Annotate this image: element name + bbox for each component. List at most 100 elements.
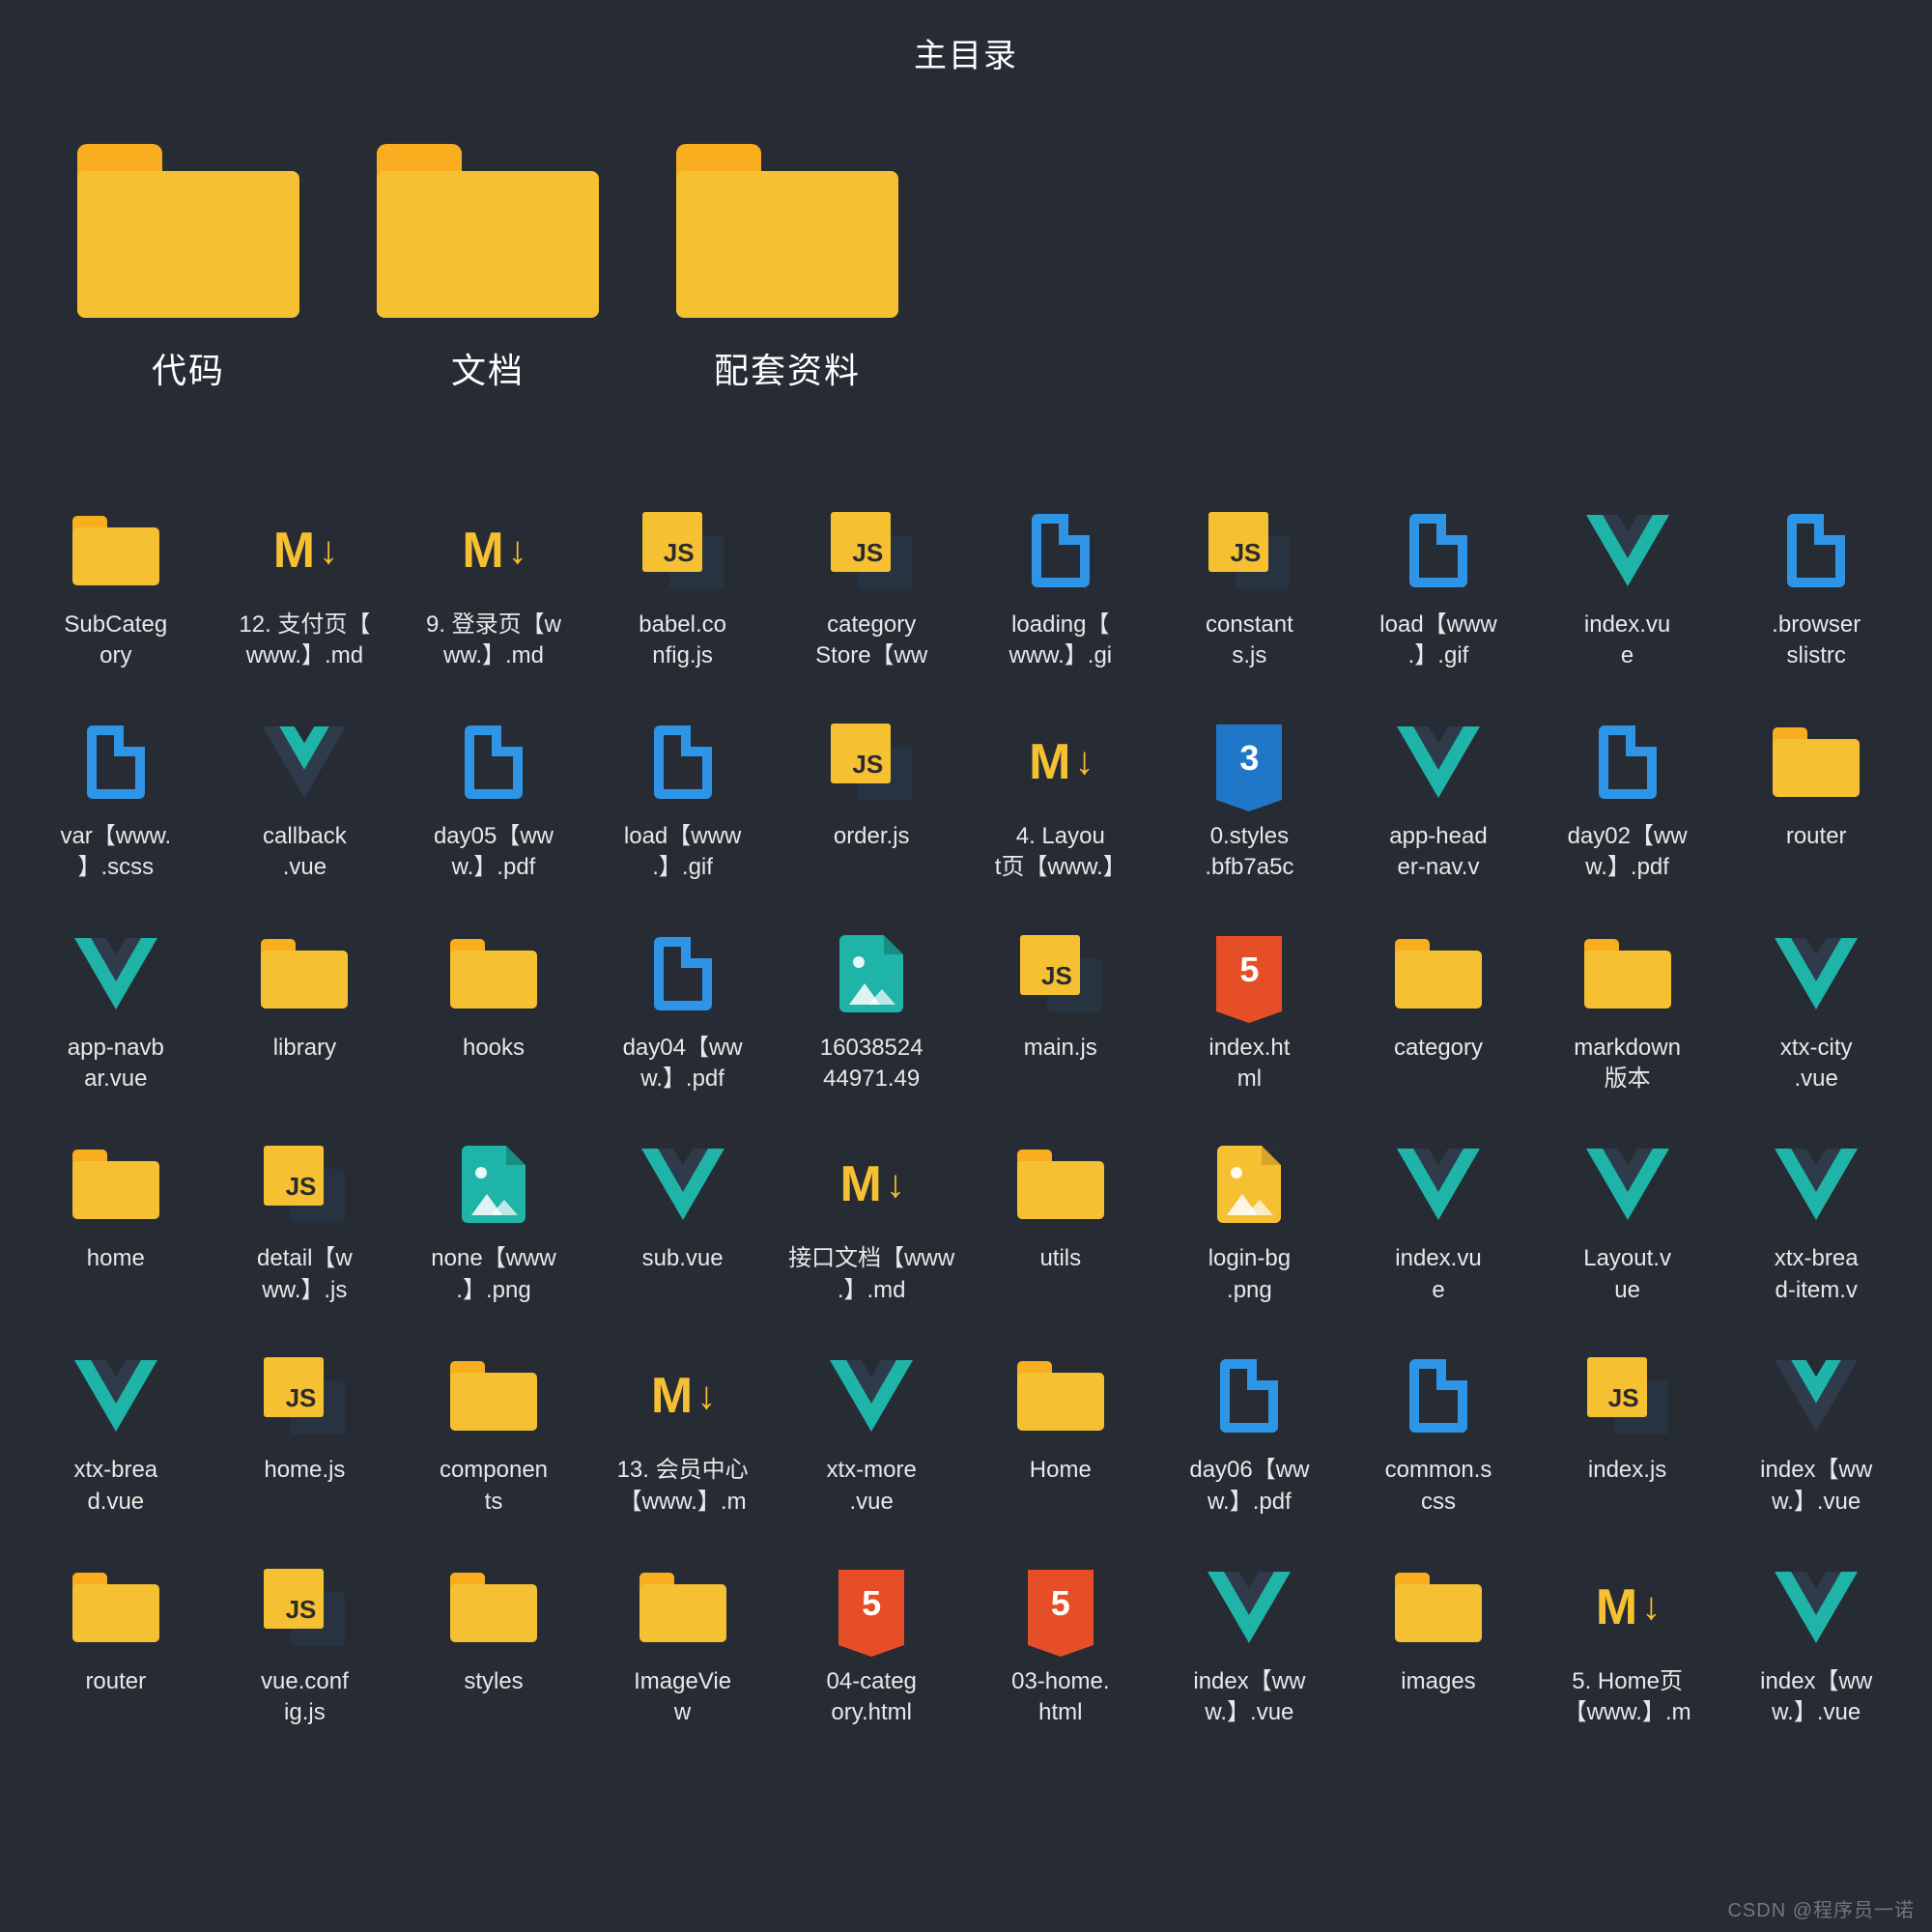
file-item[interactable]: Layout.v ue [1539,1143,1717,1306]
item-icon-box: JS [216,1143,394,1226]
item-label: detail【w ww.】.js [216,1243,394,1306]
file-item[interactable]: 30.styles .bfb7a5c [1161,721,1339,884]
file-item[interactable]: day02【ww w.】.pdf [1539,721,1717,884]
file-item[interactable]: index【ww w.】.vue [1727,1566,1905,1729]
file-item[interactable]: library [216,932,394,1095]
file-item[interactable]: xtx-more .vue [782,1354,960,1518]
file-item[interactable]: router [27,1566,205,1729]
file-item[interactable]: common.s css [1350,1354,1527,1518]
file-item[interactable]: index.vu e [1350,1143,1527,1306]
vue-icon [1775,1359,1858,1433]
file-item[interactable]: 504-categ ory.html [782,1566,960,1729]
file-item[interactable]: JSbabel.co nfig.js [594,509,772,672]
file-item[interactable]: styles [405,1566,582,1729]
vue-icon [1775,937,1858,1010]
top-folder[interactable]: 文档 [377,144,599,393]
item-icon-box [216,721,394,804]
file-item[interactable]: sub.vue [594,1143,772,1306]
top-folder[interactable]: 代码 [77,144,299,393]
file-item[interactable]: Home [972,1354,1150,1518]
item-label: day04【ww w.】.pdf [594,1033,772,1095]
file-item[interactable]: day04【ww w.】.pdf [594,932,772,1095]
file-item[interactable]: M↓5. Home页 【www.】.m [1539,1566,1717,1729]
file-item[interactable]: JSvue.conf ig.js [216,1566,394,1729]
file-item[interactable]: index.vu e [1539,509,1717,672]
item-label: componen ts [405,1455,582,1518]
file-item[interactable]: load【www .】.gif [1350,509,1527,672]
file-item[interactable]: login-bg .png [1161,1143,1339,1306]
file-item[interactable]: M↓接口文档【www .】.md [782,1143,960,1306]
file-item[interactable]: xtx-city .vue [1727,932,1905,1095]
file-item[interactable]: day06【ww w.】.pdf [1161,1354,1339,1518]
file-item[interactable]: markdown 版本 [1539,932,1717,1095]
file-item[interactable]: category [1350,932,1527,1095]
file-item[interactable]: .browser slistrc [1727,509,1905,672]
file-item[interactable]: JSorder.js [782,721,960,884]
item-icon-box [1727,509,1905,592]
top-folder[interactable]: 配套资料 [676,144,898,393]
item-icon-box [782,1354,960,1437]
item-label: 0.styles .bfb7a5c [1161,821,1339,884]
vue-icon [641,1148,724,1221]
file-icon [1409,1359,1467,1433]
item-icon-box [972,1354,1150,1437]
file-item[interactable]: app-head er-nav.v [1350,721,1527,884]
item-icon-box: JS [972,932,1150,1015]
file-item[interactable]: componen ts [405,1354,582,1518]
file-item[interactable]: 5index.ht ml [1161,932,1339,1095]
item-icon-box [1539,932,1717,1015]
file-item[interactable]: callback .vue [216,721,394,884]
file-grid: SubCateg oryM↓12. 支付页【 www.】.mdM↓ 9. 登录页【… [19,509,1913,1729]
item-icon-box: JS [594,509,772,592]
html5-icon: 5 [1216,936,1282,1011]
file-item[interactable]: index【ww w.】.vue [1727,1354,1905,1518]
vue-icon [830,1359,913,1433]
file-item[interactable]: JSconstant s.js [1161,509,1339,672]
file-item[interactable]: JShome.js [216,1354,394,1518]
file-item[interactable]: ImageVie w [594,1566,772,1729]
item-label: 9. 登录页【w ww.】.md [405,610,582,672]
item-label: router [27,1666,205,1697]
item-label: hooks [405,1033,582,1064]
file-item[interactable]: M↓4. Layou t页【www.】 [972,721,1150,884]
file-item[interactable]: none【www .】.png [405,1143,582,1306]
file-item[interactable]: JS detail【w ww.】.js [216,1143,394,1306]
vue-icon [263,725,346,799]
item-icon-box: JS [782,721,960,804]
js-icon: JS [1587,1357,1668,1435]
item-icon-box: M↓ [405,509,582,592]
file-item[interactable]: router [1727,721,1905,884]
file-item[interactable]: utils [972,1143,1150,1306]
file-item[interactable]: images [1350,1566,1527,1729]
file-item[interactable]: home [27,1143,205,1306]
file-item[interactable]: hooks [405,932,582,1095]
file-item[interactable]: loading【 www.】.gi [972,509,1150,672]
file-item[interactable]: index【ww w.】.vue [1161,1566,1339,1729]
file-item[interactable]: 503-home. html [972,1566,1150,1729]
file-item[interactable]: load【www .】.gif [594,721,772,884]
file-item[interactable]: day05【ww w.】.pdf [405,721,582,884]
item-icon-box [1539,1143,1717,1226]
file-item[interactable]: app-navb ar.vue [27,932,205,1095]
item-icon-box [972,1143,1150,1226]
item-icon-box [405,1566,582,1649]
file-item[interactable]: SubCateg ory [27,509,205,672]
file-item[interactable]: JScategory Store【ww [782,509,960,672]
item-label: category [1350,1033,1527,1064]
item-label: day06【ww w.】.pdf [1161,1455,1339,1518]
html5-icon: 5 [838,1570,904,1645]
file-item[interactable]: M↓ 9. 登录页【w ww.】.md [405,509,582,672]
file-item[interactable]: M↓12. 支付页【 www.】.md [216,509,394,672]
file-item[interactable]: JSindex.js [1539,1354,1717,1518]
file-item[interactable]: var【www. 】.scss [27,721,205,884]
vue-icon [1586,514,1669,587]
file-item[interactable]: xtx-brea d.vue [27,1354,205,1518]
file-item[interactable]: JSmain.js [972,932,1150,1095]
file-item[interactable]: xtx-brea d-item.v [1727,1143,1905,1306]
item-label: library [216,1033,394,1064]
folder-icon [639,1573,726,1642]
file-item[interactable]: M↓13. 会员中心 【www.】.m [594,1354,772,1518]
js-icon: JS [1020,935,1101,1012]
item-label: none【www .】.png [405,1243,582,1306]
file-item[interactable]: 16038524 44971.49 [782,932,960,1095]
